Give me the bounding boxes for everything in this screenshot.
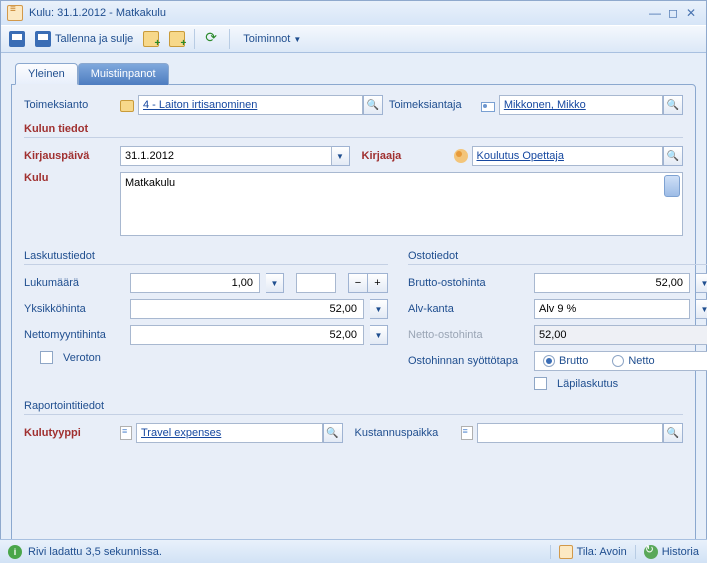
panel-general: Toimeksianto 4 - Laiton irtisanominen To… <box>11 84 696 544</box>
title-bar: Kulu: 31.1.2012 - Matkakulu — ◻ ✕ <box>1 1 706 25</box>
assignment-label: Toimeksianto <box>24 99 114 111</box>
taxfree-label: Veroton <box>63 352 101 364</box>
minimize-button[interactable]: — <box>646 6 664 20</box>
actions-menu[interactable]: Toiminnot ▼ <box>235 28 305 50</box>
client-label: Toimeksiantaja <box>389 99 475 111</box>
expense-textarea[interactable]: Matkakulu <box>120 172 683 236</box>
author-label: Kirjaaja <box>362 150 448 162</box>
qty-plus[interactable]: + <box>368 273 388 293</box>
status-bar: i Rivi ladattu 3,5 sekunnissa. Tila: Avo… <box>0 539 707 563</box>
app-icon <box>7 5 23 21</box>
toolbar-separator <box>229 29 230 49</box>
toolbar: Tallenna ja sulje Toiminnot ▼ <box>1 25 706 53</box>
passthrough-checkbox[interactable] <box>534 377 547 390</box>
unitprice-field[interactable] <box>130 299 364 319</box>
author-lookup[interactable] <box>663 146 683 166</box>
doc-icon <box>461 426 473 440</box>
window-title: Kulu: 31.1.2012 - Matkakulu <box>29 7 166 19</box>
actions-label: Toiminnot <box>243 33 290 45</box>
date-dropdown[interactable]: ▼ <box>332 146 350 166</box>
save-close-label: Tallenna ja sulje <box>55 33 133 45</box>
status-loaded: Rivi ladattu 3,5 sekunnissa. <box>28 546 162 558</box>
date-field[interactable]: 31.1.2012 <box>120 146 332 166</box>
save-and-close-button[interactable]: Tallenna ja sulje <box>31 28 137 50</box>
unitprice-dropdown[interactable]: ▼ <box>370 299 388 319</box>
section-details-title: Kulun tiedot <box>24 123 683 138</box>
new-copy-button[interactable] <box>165 28 189 50</box>
qty-aux-field[interactable] <box>296 273 336 293</box>
refresh-button[interactable] <box>200 28 224 50</box>
costcenter-label: Kustannuspaikka <box>355 427 455 439</box>
costcenter-lookup[interactable] <box>663 423 683 443</box>
vat-label: Alv-kanta <box>408 303 528 315</box>
history-icon <box>644 545 658 559</box>
vat-dropdown[interactable]: ▼ <box>696 299 707 319</box>
passthrough-label: Läpilaskutus <box>557 378 618 390</box>
tab-bar: Yleinen Muistiinpanot <box>11 63 696 85</box>
netsale-label: Nettomyyntihinta <box>24 329 124 341</box>
chevron-down-icon: ▼ <box>293 35 301 44</box>
refresh-icon <box>204 31 220 47</box>
expensetype-lookup[interactable] <box>323 423 343 443</box>
radio-brutto[interactable] <box>543 355 555 367</box>
qty-label: Lukumäärä <box>24 277 124 289</box>
qty-minus[interactable]: − <box>348 273 368 293</box>
entrymode-brutto[interactable]: Brutto <box>543 355 588 367</box>
expense-label: Kulu <box>24 172 114 184</box>
card-icon <box>481 102 495 112</box>
close-button[interactable]: ✕ <box>682 6 700 20</box>
save-icon <box>9 31 25 47</box>
gross-label: Brutto-ostohinta <box>408 277 528 289</box>
tab-general[interactable]: Yleinen <box>15 63 78 85</box>
vat-field[interactable]: Alv 9 % <box>534 299 690 319</box>
new-copy-icon <box>169 31 185 47</box>
netpurchase-field: 52,00 <box>534 325 707 345</box>
clipboard-icon <box>559 545 573 559</box>
expense-value: Matkakulu <box>125 177 175 189</box>
qty-dropdown[interactable]: ▼ <box>266 273 284 293</box>
section-report-title: Raportointitiedot <box>24 400 683 415</box>
netsale-field[interactable] <box>130 325 364 345</box>
expensetype-field[interactable]: Travel expenses <box>136 423 323 443</box>
qty-field[interactable] <box>130 273 260 293</box>
section-purchase-title: Ostotiedot <box>408 250 707 265</box>
user-icon <box>454 149 468 163</box>
toolbar-separator <box>194 29 195 49</box>
taxfree-checkbox[interactable] <box>40 351 53 364</box>
status-state[interactable]: Tila: Avoin <box>550 545 627 559</box>
date-label: Kirjauspäivä <box>24 150 114 162</box>
assignment-lookup[interactable] <box>363 95 383 115</box>
unitprice-label: Yksikköhinta <box>24 303 124 315</box>
save-button[interactable] <box>5 28 29 50</box>
tab-notes[interactable]: Muistiinpanot <box>78 63 169 85</box>
netsale-dropdown[interactable]: ▼ <box>370 325 388 345</box>
new-button[interactable] <box>139 28 163 50</box>
costcenter-field[interactable] <box>477 423 664 443</box>
author-field[interactable]: Koulutus Opettaja <box>472 146 664 166</box>
scrollbar-thumb[interactable] <box>664 175 680 197</box>
doc-icon <box>120 426 132 440</box>
entrymode-label: Ostohinnan syöttötapa <box>408 355 528 367</box>
gross-dropdown[interactable]: ▼ <box>696 273 707 293</box>
expensetype-label: Kulutyyppi <box>24 427 114 439</box>
entrymode-group: Brutto Netto <box>534 351 707 371</box>
folder-icon <box>120 100 134 112</box>
new-icon <box>143 31 159 47</box>
entrymode-netto[interactable]: Netto <box>612 355 654 367</box>
status-history[interactable]: Historia <box>635 545 699 559</box>
netpurchase-label: Netto-ostohinta <box>408 329 528 341</box>
radio-netto[interactable] <box>612 355 624 367</box>
assignment-field[interactable]: 4 - Laiton irtisanominen <box>138 95 363 115</box>
info-icon: i <box>8 545 22 559</box>
save-close-icon <box>35 31 51 47</box>
gross-field[interactable] <box>534 273 690 293</box>
section-billing-title: Laskutustiedot <box>24 250 388 265</box>
client-field[interactable]: Mikkonen, Mikko <box>499 95 663 115</box>
client-lookup[interactable] <box>663 95 683 115</box>
maximize-button[interactable]: ◻ <box>664 6 682 20</box>
